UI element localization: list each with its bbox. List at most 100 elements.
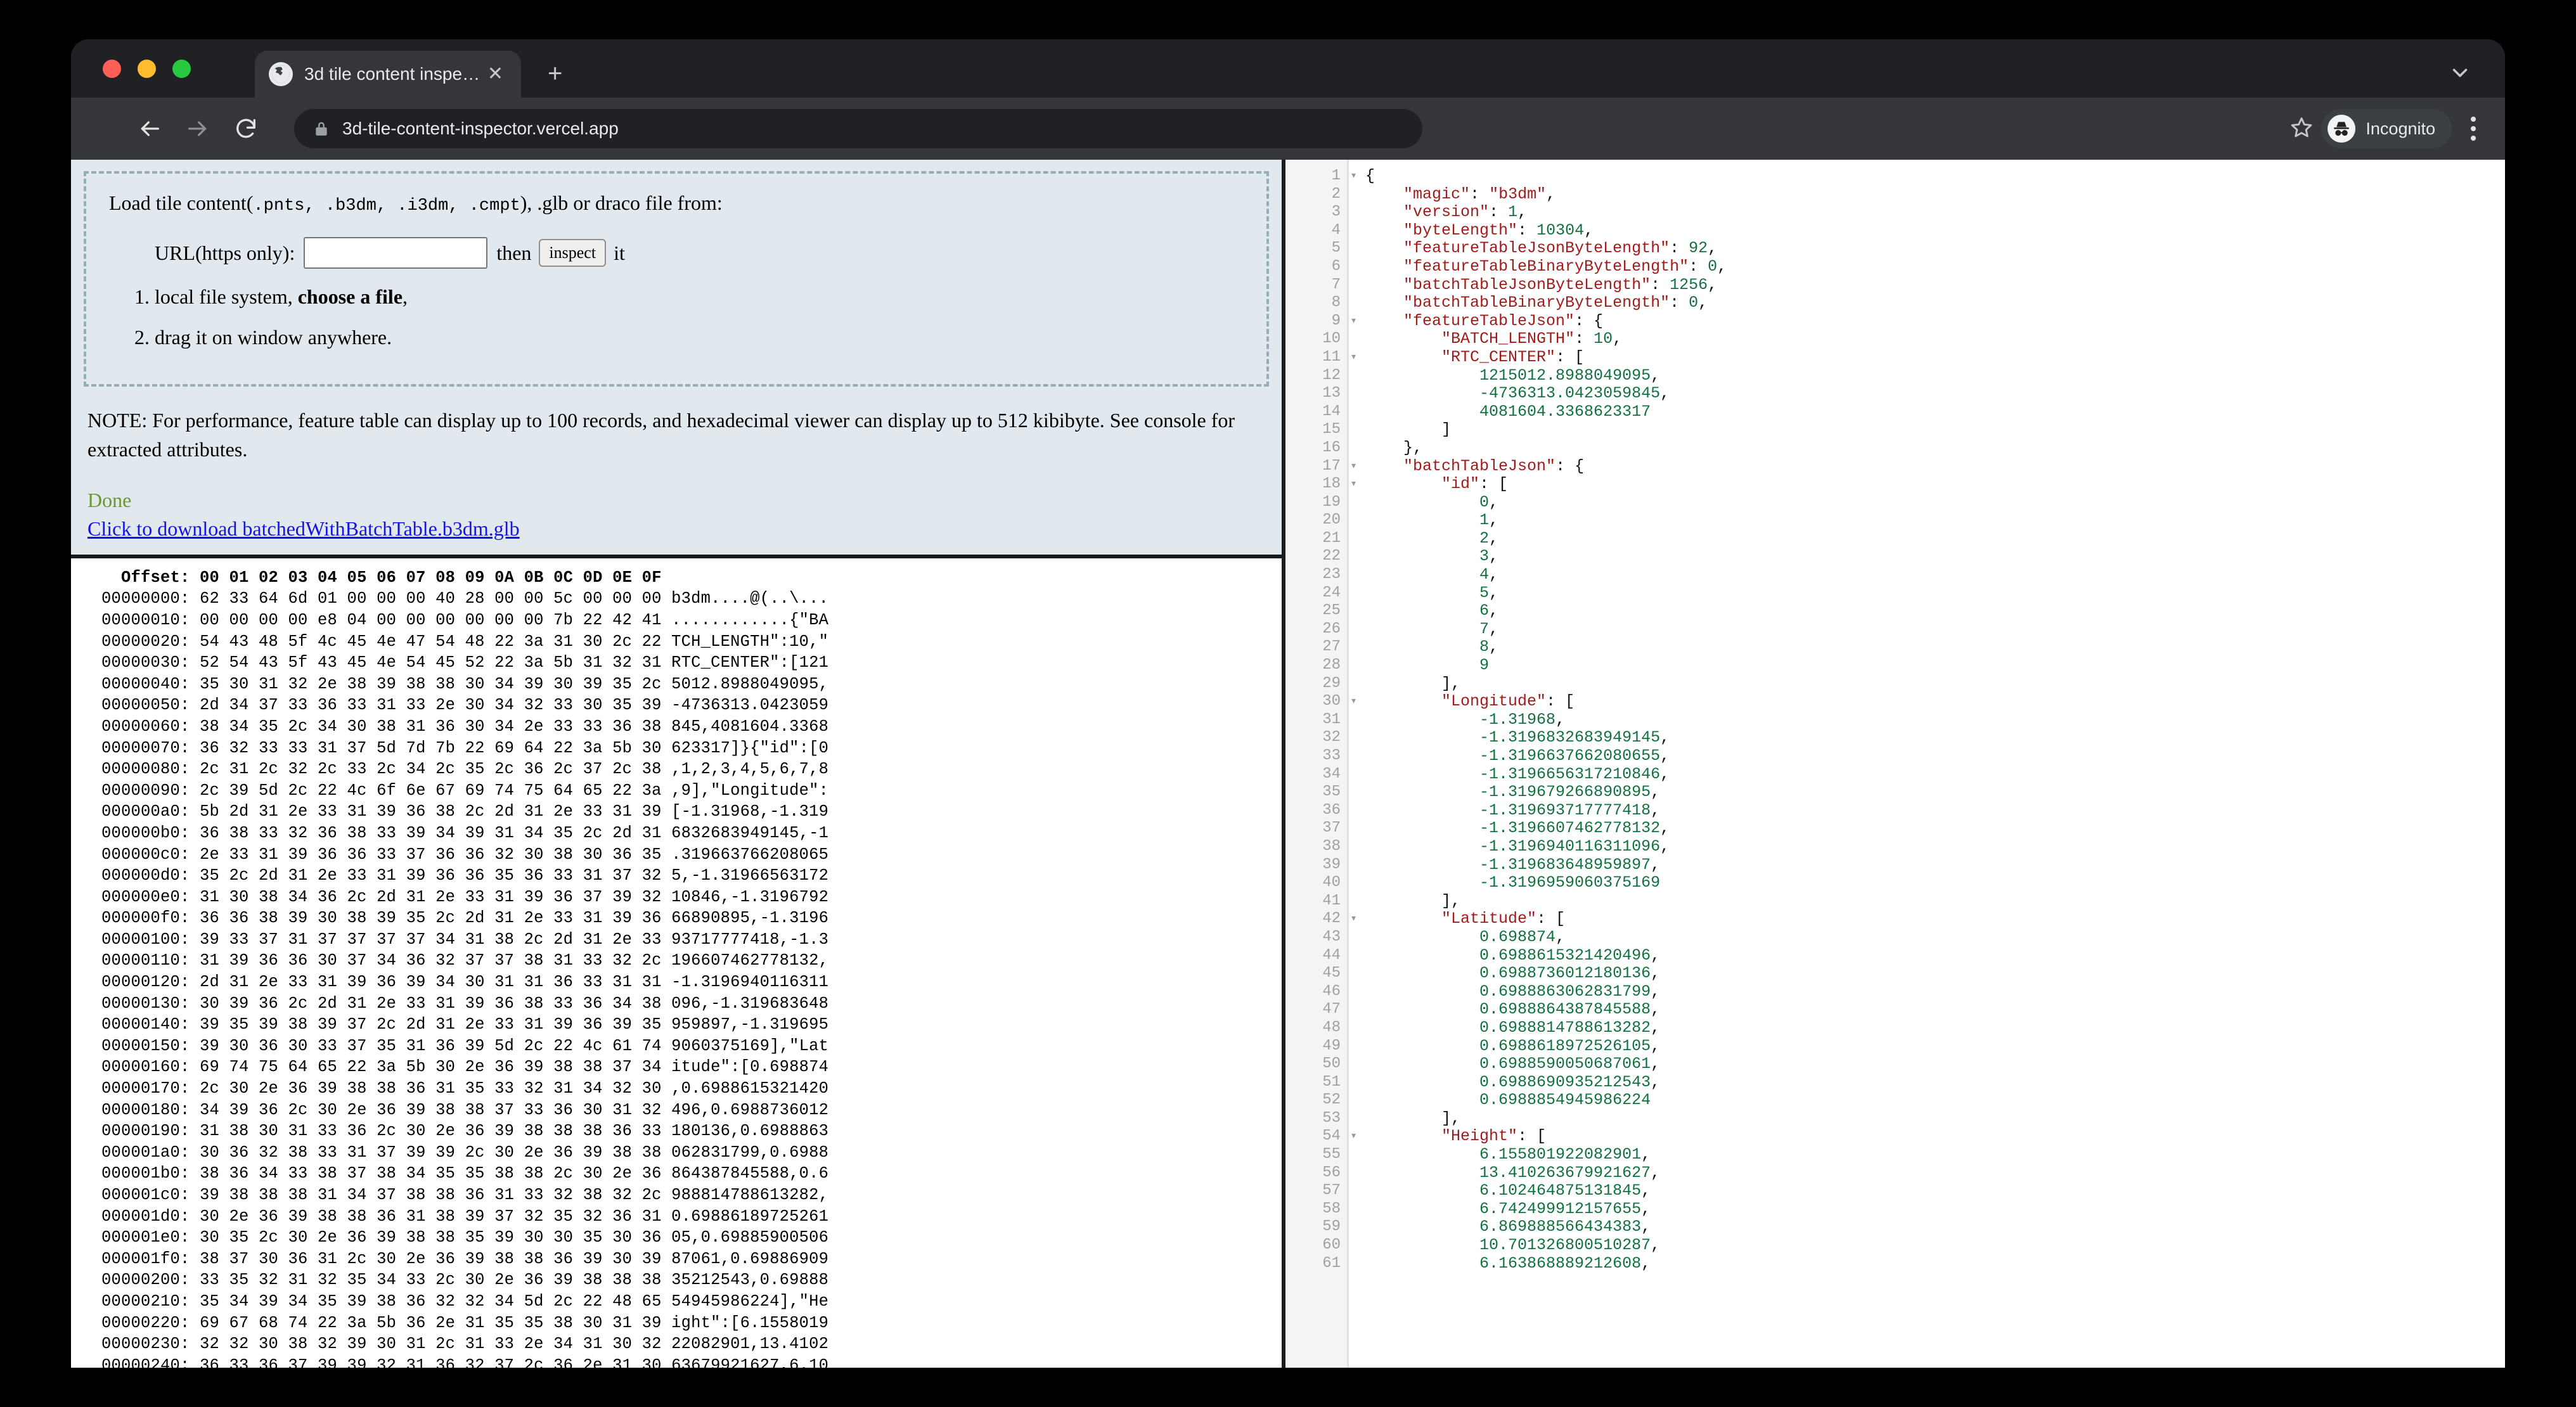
left-column: Load tile content(.pnts, .b3dm, .i3dm, .… xyxy=(71,160,1285,1368)
json-punct: , xyxy=(1698,293,1708,312)
json-key: "magic" xyxy=(1403,185,1470,203)
json-value: 6.869888566434383 xyxy=(1479,1217,1641,1236)
json-punct: , xyxy=(1651,1073,1660,1091)
new-tab-button[interactable]: + xyxy=(548,61,562,86)
chevron-down-icon[interactable] xyxy=(2448,61,2472,88)
fold-triangle-icon[interactable]: ▾ xyxy=(1350,167,1357,186)
json-punct: , xyxy=(1717,257,1727,276)
fold-triangle-icon[interactable]: ▾ xyxy=(1350,458,1357,476)
json-value: 1215012.8988049095 xyxy=(1479,366,1651,385)
drop-zone[interactable]: Load tile content(.pnts, .b3dm, .i3dm, .… xyxy=(84,171,1269,387)
line-number: 58 xyxy=(1285,1200,1347,1219)
json-punct: , xyxy=(1489,529,1498,548)
line-number: 29 xyxy=(1285,675,1347,693)
json-line: 7, xyxy=(1365,620,2505,639)
fold-triangle-icon[interactable]: ▾ xyxy=(1350,475,1357,494)
line-number: 21 xyxy=(1285,530,1347,548)
hex-row: 000000d0: 35 2c 2d 31 2e 33 31 39 36 36 … xyxy=(101,865,1282,887)
json-punct: , xyxy=(1651,1000,1660,1018)
line-number: 2 xyxy=(1285,186,1347,204)
line-number: 17▾ xyxy=(1285,458,1347,476)
line-number: 26 xyxy=(1285,620,1347,639)
json-punct: , xyxy=(1651,366,1660,385)
inspect-button[interactable]: inspect xyxy=(539,239,606,267)
hex-row: 000000c0: 2e 33 31 39 36 36 33 37 36 36 … xyxy=(101,844,1282,866)
line-number: 36 xyxy=(1285,802,1347,820)
globe-icon xyxy=(269,62,293,86)
json-value: 9 xyxy=(1479,656,1489,674)
load-title-suffix: ), .glb or draco file from: xyxy=(520,191,723,214)
line-number: 24 xyxy=(1285,584,1347,603)
json-line: 0.6988854945986224 xyxy=(1365,1091,2505,1110)
line-number: 25 xyxy=(1285,602,1347,620)
json-punct: , xyxy=(1489,601,1498,620)
browser-menu-icon[interactable] xyxy=(2459,117,2487,141)
json-punct: , xyxy=(1489,620,1498,638)
json-punct: , xyxy=(1660,747,1670,765)
status-text: Done xyxy=(87,489,1265,512)
json-line: "byteLength": 10304, xyxy=(1365,222,2505,240)
json-punct: , xyxy=(1641,1200,1651,1218)
fold-triangle-icon[interactable]: ▾ xyxy=(1350,1128,1357,1146)
json-line: ], xyxy=(1365,892,2505,911)
json-code-area[interactable]: { "magic": "b3dm", "version": 1, "byteLe… xyxy=(1349,160,2505,1368)
json-punct: { xyxy=(1365,167,1375,185)
load-title-prefix: Load tile content( xyxy=(109,191,253,214)
hex-header-row: Offset: 00 01 02 03 04 05 06 07 08 09 0A… xyxy=(101,567,1282,589)
json-value: 10 xyxy=(1594,330,1613,348)
hex-row: 000001d0: 30 2e 36 39 38 38 36 31 38 39 … xyxy=(101,1206,1282,1228)
fold-triangle-icon[interactable]: ▾ xyxy=(1350,312,1357,331)
list-item: drag it on window anywhere. xyxy=(155,322,1244,352)
json-punct: : xyxy=(1689,257,1708,276)
hex-row: 000000e0: 31 30 38 34 36 2c 2d 31 2e 33 … xyxy=(101,887,1282,908)
json-line: 4081604.3368623317 xyxy=(1365,403,2505,421)
line-number: 49 xyxy=(1285,1038,1347,1056)
json-punct: : xyxy=(1470,185,1489,203)
download-link[interactable]: Click to download batchedWithBatchTable.… xyxy=(87,517,1265,541)
bookmark-star-icon[interactable] xyxy=(2289,115,2314,143)
maximize-window-button[interactable] xyxy=(172,60,191,78)
close-window-button[interactable] xyxy=(103,60,121,78)
json-line: 5, xyxy=(1365,584,2505,603)
json-punct: , xyxy=(1651,856,1660,874)
forward-icon[interactable] xyxy=(185,116,210,141)
json-line: -1.3196832683949145, xyxy=(1365,729,2505,747)
line-number: 59 xyxy=(1285,1218,1347,1237)
address-bar[interactable]: 3d-tile-content-inspector.vercel.app xyxy=(294,109,1422,148)
json-line: "magic": "b3dm", xyxy=(1365,186,2505,204)
hex-row: 00000100: 39 33 37 31 37 37 37 37 34 31 … xyxy=(101,929,1282,951)
back-icon[interactable] xyxy=(137,116,162,141)
json-viewer[interactable]: 1▾23456789▾1011▾121314151617▾18▾19202122… xyxy=(1285,160,2505,1368)
hex-row: 00000060: 38 34 35 2c 34 30 38 31 36 30 … xyxy=(101,716,1282,738)
hex-row: 000001f0: 38 37 30 36 31 2c 30 2e 36 39 … xyxy=(101,1249,1282,1270)
json-line: 0.698874, xyxy=(1365,928,2505,947)
browser-tab[interactable]: 3d tile content inspector ✕ xyxy=(255,51,521,98)
choose-a-file-button[interactable]: choose a file xyxy=(298,285,402,308)
json-value: 6.742499912157655 xyxy=(1479,1200,1641,1218)
hex-rows: 00000000: 62 33 64 6d 01 00 00 00 40 28 … xyxy=(101,588,1282,1368)
json-value: 1 xyxy=(1479,511,1489,529)
reload-icon[interactable] xyxy=(233,116,259,141)
drag-drop-label: drag it on window anywhere. xyxy=(155,326,392,349)
fold-triangle-icon[interactable]: ▾ xyxy=(1350,693,1357,711)
json-value: 10.701326800510287 xyxy=(1479,1236,1651,1254)
json-line: 3, xyxy=(1365,548,2505,566)
fold-triangle-icon[interactable]: ▾ xyxy=(1350,910,1357,928)
hex-row: 000001e0: 30 35 2c 30 2e 36 39 38 38 35 … xyxy=(101,1227,1282,1249)
json-key: "b3dm" xyxy=(1489,185,1546,203)
line-number: 56 xyxy=(1285,1164,1347,1183)
fold-triangle-icon[interactable]: ▾ xyxy=(1350,349,1357,367)
json-value: 0.6988854945986224 xyxy=(1479,1091,1651,1109)
json-punct: , xyxy=(1546,185,1555,203)
json-punct: ], xyxy=(1441,1109,1460,1128)
json-punct: , xyxy=(1660,837,1670,856)
close-icon[interactable]: ✕ xyxy=(484,65,507,84)
url-input[interactable] xyxy=(304,237,487,269)
incognito-indicator[interactable]: Incognito xyxy=(2321,109,2452,148)
line-number: 13 xyxy=(1285,385,1347,403)
json-value: -1.3196959060375169 xyxy=(1479,873,1660,892)
json-punct: , xyxy=(1651,1018,1660,1037)
minimize-window-button[interactable] xyxy=(138,60,156,78)
json-line: "batchTableJson": { xyxy=(1365,458,2505,476)
json-line: 6.102464875131845, xyxy=(1365,1182,2505,1200)
